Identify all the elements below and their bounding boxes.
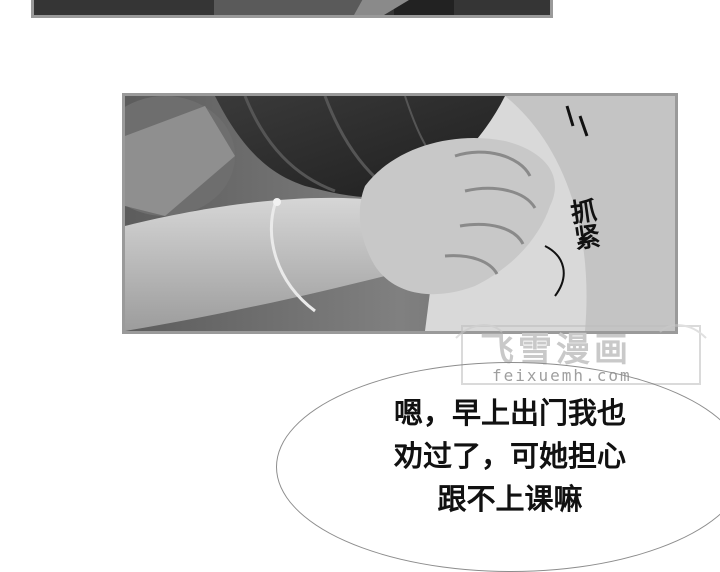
speech-line-1: 嗯，早上出门我也 [393, 396, 626, 430]
speech-line-2: 劝过了，可她担心 [393, 439, 626, 473]
speech-line-3: 跟不上课嘛 [437, 482, 583, 516]
speech-text: 嗯，早上出门我也 劝过了，可她担心 跟不上课嘛 [300, 392, 720, 521]
comic-panel-top [31, 0, 553, 18]
panel-top-art [34, 0, 550, 15]
